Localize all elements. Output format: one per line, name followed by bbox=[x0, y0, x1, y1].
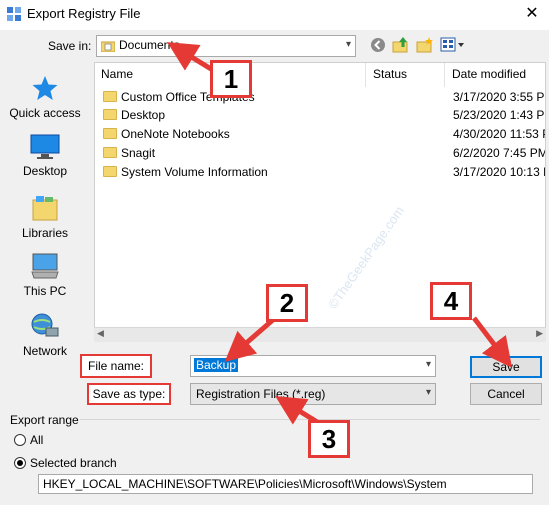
scroll-left-icon[interactable]: ◀ bbox=[97, 328, 104, 339]
save-in-label: Save in: bbox=[48, 39, 92, 53]
branch-path-input[interactable]: HKEY_LOCAL_MACHINE\SOFTWARE\Policies\Mic… bbox=[38, 474, 533, 494]
file-name-label-text: File name: bbox=[87, 359, 145, 373]
view-menu-icon[interactable] bbox=[440, 37, 466, 53]
up-folder-icon[interactable] bbox=[392, 36, 410, 54]
cancel-button[interactable]: Cancel bbox=[470, 383, 542, 405]
column-header-status[interactable]: Status bbox=[373, 67, 407, 81]
new-folder-icon[interactable] bbox=[416, 36, 434, 54]
place-label: This PC bbox=[23, 284, 67, 298]
export-range-title: Export range bbox=[10, 413, 79, 427]
list-item[interactable]: Desktop 5/23/2020 1:43 PM bbox=[103, 106, 546, 124]
network-icon bbox=[31, 313, 59, 337]
column-divider[interactable] bbox=[444, 63, 445, 87]
place-network[interactable]: Network bbox=[0, 312, 90, 358]
place-this-pc[interactable]: This PC bbox=[0, 252, 90, 298]
place-label: Libraries bbox=[21, 226, 69, 240]
radio-selected-branch-label: Selected branch bbox=[30, 456, 117, 470]
close-icon[interactable]: ✕ bbox=[520, 3, 544, 25]
place-label: Desktop bbox=[22, 164, 68, 178]
callout-2: 2 bbox=[266, 284, 308, 322]
computer-icon bbox=[31, 253, 59, 279]
radio-all[interactable] bbox=[14, 434, 26, 446]
libraries-icon bbox=[32, 196, 58, 221]
file-date: 6/2/2020 7:45 PM bbox=[453, 146, 546, 160]
list-item[interactable]: Snagit 6/2/2020 7:45 PM bbox=[103, 144, 546, 162]
file-name: System Volume Information bbox=[121, 165, 268, 179]
chevron-down-icon: ▾ bbox=[345, 39, 351, 50]
folder-icon bbox=[103, 128, 117, 139]
chevron-down-icon: ▾ bbox=[425, 387, 431, 398]
save-as-type-label: Save as type: bbox=[87, 383, 171, 405]
file-date: 3/17/2020 3:55 PM bbox=[453, 90, 546, 104]
list-item[interactable]: System Volume Information 3/17/2020 10:1… bbox=[103, 163, 545, 181]
file-date: 4/30/2020 11:53 PM bbox=[453, 127, 545, 141]
chevron-down-icon: ▾ bbox=[425, 359, 431, 370]
folder-icon bbox=[103, 147, 117, 158]
callout-4: 4 bbox=[430, 282, 472, 320]
star-icon bbox=[32, 76, 58, 100]
callout-3: 3 bbox=[308, 420, 350, 458]
watermark: ©TheGeekPage.com bbox=[325, 203, 408, 312]
radio-selected-branch[interactable] bbox=[14, 457, 26, 469]
file-date: 3/17/2020 10:13 PM bbox=[453, 165, 545, 179]
column-header-date[interactable]: Date modified bbox=[452, 67, 526, 81]
save-as-type-value: Registration Files (*.reg) bbox=[196, 387, 326, 401]
list-item[interactable]: OneNote Notebooks 4/30/2020 11:53 PM bbox=[103, 125, 545, 143]
folder-icon bbox=[103, 166, 117, 177]
file-list[interactable]: Name Status Date modified Custom Office … bbox=[94, 62, 546, 342]
places-bar: Quick access Desktop Libraries This PC N… bbox=[0, 62, 90, 362]
file-name: Desktop bbox=[121, 108, 166, 122]
file-name: Snagit bbox=[121, 146, 156, 160]
window-title: Export Registry File bbox=[27, 6, 141, 21]
file-date: 5/23/2020 1:43 PM bbox=[453, 108, 546, 122]
folder-icon bbox=[103, 91, 117, 102]
scroll-right-icon[interactable]: ▶ bbox=[536, 328, 543, 339]
callout-1: 1 bbox=[210, 60, 252, 98]
file-name: OneNote Notebooks bbox=[121, 127, 230, 141]
title-bar: Export Registry File ✕ bbox=[0, 0, 549, 30]
place-libraries[interactable]: Libraries bbox=[0, 194, 90, 240]
save-as-type-label-text: Save as type: bbox=[92, 387, 166, 401]
documents-folder-icon bbox=[101, 41, 115, 52]
save-in-dropdown[interactable]: Documents ▾ bbox=[96, 35, 356, 57]
list-item[interactable]: Custom Office Templates 3/17/2020 3:55 P… bbox=[103, 88, 546, 106]
file-name-input[interactable]: Backup ▾ bbox=[190, 355, 436, 377]
desktop-icon bbox=[30, 134, 60, 159]
back-icon[interactable] bbox=[370, 37, 386, 53]
radio-all-label: All bbox=[30, 433, 44, 447]
file-name-label: File name: bbox=[80, 354, 152, 378]
save-in-value: Documents bbox=[119, 38, 180, 52]
folder-icon bbox=[103, 109, 117, 120]
column-divider[interactable] bbox=[365, 63, 366, 87]
save-button[interactable]: Save bbox=[470, 356, 542, 378]
file-name-value: Backup bbox=[194, 358, 239, 372]
column-header-name[interactable]: Name bbox=[101, 67, 133, 81]
place-label: Quick access bbox=[9, 106, 81, 120]
save-as-type-dropdown[interactable]: Registration Files (*.reg) ▾ bbox=[190, 383, 436, 405]
place-quick-access[interactable]: Quick access bbox=[0, 74, 90, 120]
place-label: Network bbox=[22, 344, 67, 358]
place-desktop[interactable]: Desktop bbox=[0, 134, 90, 178]
registry-icon bbox=[7, 7, 21, 21]
horizontal-scrollbar[interactable]: ◀ ▶ bbox=[94, 327, 546, 342]
